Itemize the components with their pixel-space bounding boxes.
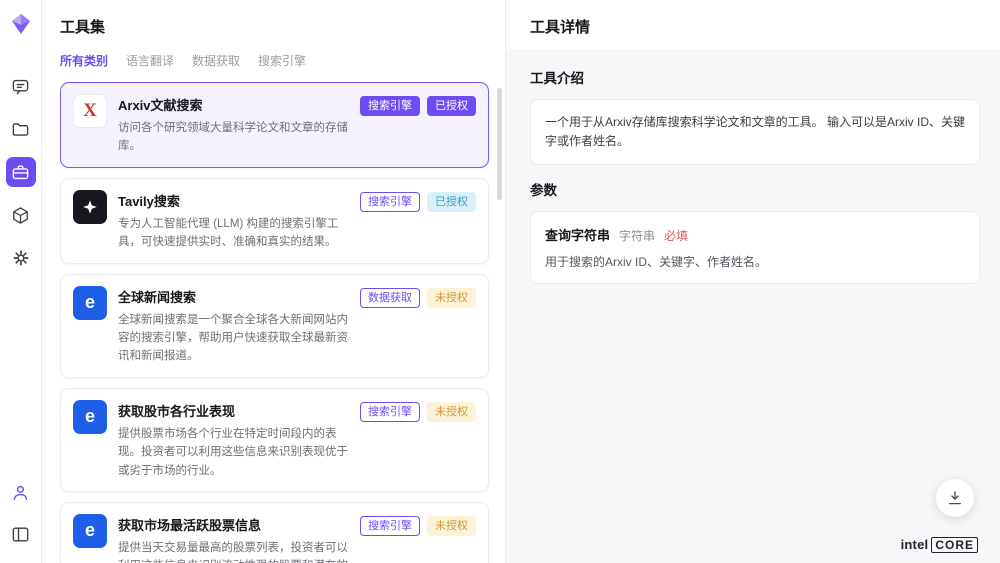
tool-detail-panel: 工具详情 工具介绍 一个用于从Arxiv存储库搜索科学论文和文章的工具。 输入可…: [506, 0, 1000, 563]
tool-card-tavily[interactable]: Tavily搜索 专为人工智能代理 (LLM) 构建的搜索引擎工具，可快速提供实…: [60, 178, 489, 264]
briefcase-icon: [11, 163, 30, 182]
rail-bottom: [6, 477, 36, 549]
tool-description: 全球新闻搜索是一个聚合全球各大新闻网站内容的搜索引擎，帮助用户快速获取全球最新资…: [118, 311, 350, 366]
tool-card-active-stocks[interactable]: e 获取市场最活跃股票信息 提供当天交易量最高的股票列表，投资者可以利用这些信息…: [60, 502, 489, 563]
params-heading: 参数: [530, 179, 980, 199]
sidebar-item-files[interactable]: [6, 114, 36, 144]
panel-icon: [11, 525, 30, 544]
app-logo[interactable]: [9, 12, 33, 41]
tool-card-sector-performance[interactable]: e 获取股市各行业表现 提供股票市场各个行业在特定时间段内的表现。投资者可以利用…: [60, 388, 489, 492]
param-name: 查询字符串: [545, 225, 610, 244]
tool-description: 访问各个研究领域大量科学论文和文章的存储库。: [118, 119, 350, 156]
category-badge: 数据获取: [360, 288, 420, 308]
param-required-flag: 必填: [664, 227, 688, 244]
tavily-star-icon: [73, 190, 107, 224]
sidebar-item-user[interactable]: [6, 477, 36, 507]
gear-icon: [11, 248, 31, 268]
param-type: 字符串: [619, 227, 655, 244]
list-scrollbar[interactable]: [497, 88, 502, 200]
tool-card-arxiv[interactable]: X Arxiv文献搜索 访问各个研究领域大量科学论文和文章的存储库。 搜索引擎 …: [60, 82, 489, 168]
app-window: 工具集 所有类别 语言翻译 数据获取 搜索引擎 X Arxiv文献搜索 访问各个…: [0, 0, 1000, 563]
tool-description: 提供当天交易量最高的股票列表，投资者可以利用这些信息来识别流动性强的股票和潜在的…: [118, 539, 350, 563]
tab-translation[interactable]: 语言翻译: [126, 52, 174, 69]
tool-name: 获取市场最活跃股票信息: [118, 515, 350, 534]
download-button[interactable]: [936, 479, 974, 517]
category-badge: 搜索引擎: [360, 192, 420, 212]
sidebar-item-packages[interactable]: [6, 200, 36, 230]
tool-name: 全球新闻搜索: [118, 287, 350, 306]
chat-icon: [11, 77, 30, 96]
auth-status-badge: 已授权: [427, 192, 476, 212]
brand-intel: intel: [901, 537, 929, 552]
tab-search-engine[interactable]: 搜索引擎: [258, 52, 306, 69]
tool-description: 提供股票市场各个行业在特定时间段内的表现。投资者可以利用这些信息来识别表现优于或…: [118, 425, 350, 480]
rail-nav: [6, 71, 36, 273]
logo-icon: [9, 12, 33, 36]
tool-card-global-news[interactable]: e 全球新闻搜索 全球新闻搜索是一个聚合全球各大新闻网站内容的搜索引擎，帮助用户…: [60, 274, 489, 378]
tool-name: 获取股市各行业表现: [118, 401, 350, 420]
category-badge: 搜索引擎: [360, 402, 420, 422]
tool-name: Tavily搜索: [118, 191, 350, 210]
detail-title: 工具详情: [530, 16, 976, 37]
tab-all-categories[interactable]: 所有类别: [60, 52, 108, 69]
arxiv-icon: X: [73, 94, 107, 128]
active-stocks-icon: e: [73, 514, 107, 548]
tool-list-panel: 工具集 所有类别 语言翻译 数据获取 搜索引擎 X Arxiv文献搜索 访问各个…: [42, 0, 506, 563]
package-icon: [11, 206, 30, 225]
tool-name: Arxiv文献搜索: [118, 95, 350, 114]
page-title: 工具集: [60, 16, 505, 37]
stock-sector-icon: e: [73, 400, 107, 434]
param-card: 查询字符串 字符串 必填 用于搜索的Arxiv ID、关键字、作者姓名。: [530, 211, 980, 284]
tool-list: X Arxiv文献搜索 访问各个研究领域大量科学论文和文章的存储库。 搜索引擎 …: [60, 82, 505, 563]
news-search-icon: e: [73, 286, 107, 320]
user-icon: [11, 483, 30, 502]
brand-core: CORE: [931, 537, 978, 553]
intel-core-logo: intel CORE: [901, 537, 978, 553]
category-tabs: 所有类别 语言翻译 数据获取 搜索引擎: [60, 52, 505, 69]
auth-status-badge: 已授权: [427, 96, 476, 116]
sidebar-item-collapse[interactable]: [6, 519, 36, 549]
sidebar-item-tools[interactable]: [6, 157, 36, 187]
tool-intro-card: 一个用于从Arxiv存储库搜索科学论文和文章的工具。 输入可以是Arxiv ID…: [530, 99, 980, 165]
param-description: 用于搜索的Arxiv ID、关键字、作者姓名。: [545, 253, 965, 270]
category-badge: 搜索引擎: [360, 516, 420, 536]
download-icon: [946, 489, 964, 507]
folder-icon: [11, 120, 30, 139]
intro-heading: 工具介绍: [530, 67, 980, 87]
sidebar-item-chat[interactable]: [6, 71, 36, 101]
icon-rail: [0, 0, 42, 563]
category-badge: 搜索引擎: [360, 96, 420, 116]
tab-data-fetch[interactable]: 数据获取: [192, 52, 240, 69]
auth-status-badge: 未授权: [427, 516, 476, 536]
auth-status-badge: 未授权: [427, 288, 476, 308]
tool-description: 专为人工智能代理 (LLM) 构建的搜索引擎工具，可快速提供实时、准确和真实的结…: [118, 215, 350, 252]
auth-status-badge: 未授权: [427, 402, 476, 422]
sidebar-item-settings[interactable]: [6, 243, 36, 273]
